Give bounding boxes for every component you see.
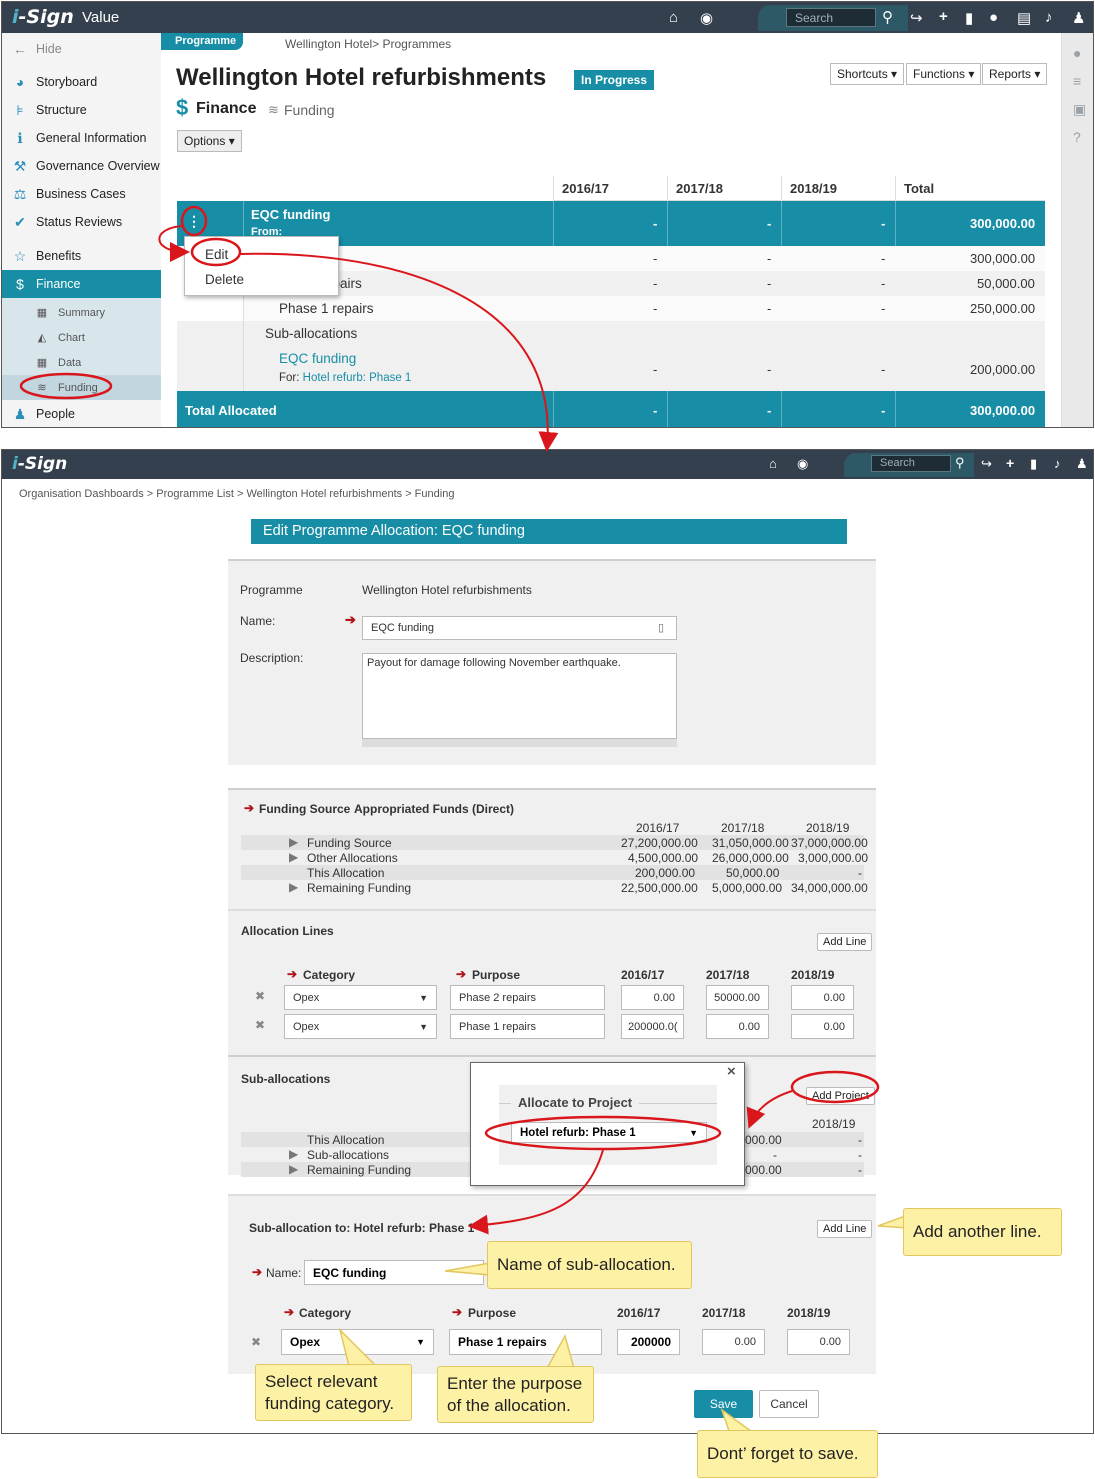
callout-add-line: Add another line. <box>903 1208 1062 1256</box>
callout-purpose: Enter the purpose of the allocation. <box>437 1366 594 1423</box>
callout-category: Select relevant funding category. <box>255 1364 412 1421</box>
arrow-edit-to-dialog <box>239 252 559 452</box>
callout-pointer <box>444 1262 491 1276</box>
highlight-kebab-menu <box>180 205 208 237</box>
highlight-funding-nav <box>19 372 113 400</box>
highlight-add-project <box>790 1070 880 1104</box>
highlight-edit-item <box>190 237 242 267</box>
arrow-select-to-suballocation <box>468 1149 604 1235</box>
arrow-kebab-to-edit <box>158 225 190 262</box>
highlight-project-select <box>484 1115 722 1151</box>
arrow-add-project-to-popup <box>746 1090 793 1129</box>
callout-name: Name of sub-allocation. <box>487 1241 692 1289</box>
callout-save: Dont’ forget to save. <box>697 1430 878 1478</box>
